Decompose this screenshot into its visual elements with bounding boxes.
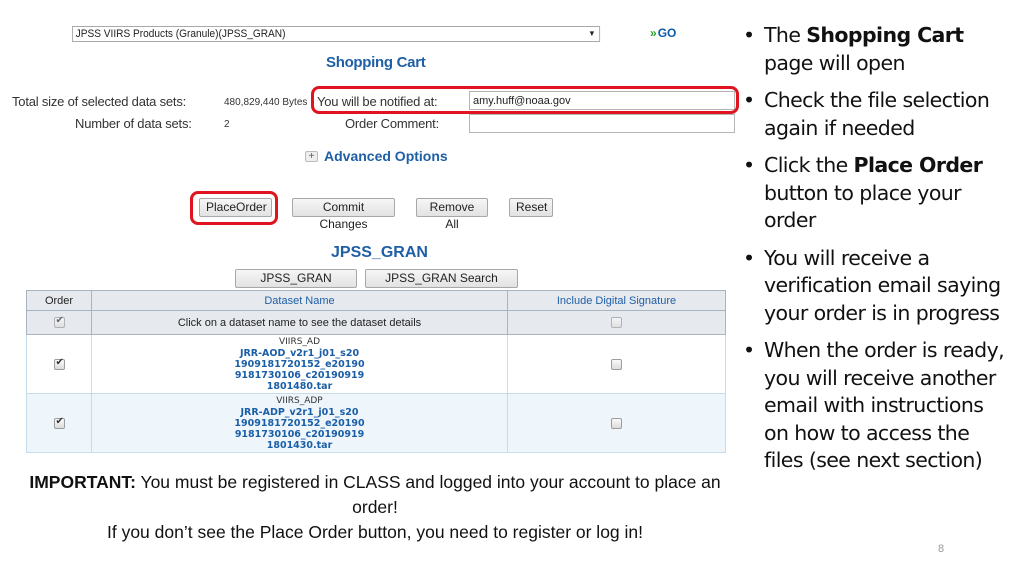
order-comment-input[interactable] — [469, 114, 735, 133]
expand-plus-icon: + — [305, 150, 318, 162]
signature-checkbox[interactable] — [611, 417, 622, 429]
product-select[interactable]: JPSS VIIRS Products (Granule)(JPSS_GRAN)… — [72, 26, 601, 42]
table-row: VIIRS_AD JRR-AOD_v2r1_j01_s20 1909181720… — [26, 334, 726, 394]
gran-results-button[interactable]: JPSS_GRAN Results — [235, 269, 357, 302]
dataset-file-line: 1801480.tar — [266, 380, 333, 392]
dataset-link[interactable]: JRR-AOD_v2r1_j01_s20 1909181720152_e2019… — [92, 348, 507, 392]
dataset-file-line: JRR-AOD_v2r1_j01_s20 — [239, 347, 360, 359]
total-size-value: 480,829,440 Bytes — [224, 97, 308, 108]
double-chevron-icon: » — [650, 26, 657, 40]
dataset-file-line: 9181730106_c20190919 — [234, 428, 365, 440]
advanced-options-toggle[interactable]: + Advanced Options — [305, 148, 448, 164]
header-digital-signature[interactable]: Include Digital Signature — [507, 290, 726, 311]
order-comment-label: Order Comment: — [345, 116, 440, 131]
shopping-cart-title: Shopping Cart — [326, 54, 426, 71]
reset-button[interactable]: Reset — [509, 198, 553, 217]
section-title: JPSS_GRAN — [331, 244, 428, 261]
go-button[interactable]: »GO — [650, 26, 676, 40]
important-line-2: If you don’t see the Place Order button,… — [106, 522, 643, 542]
gran-search-page-button[interactable]: JPSS_GRAN Search Page — [365, 269, 518, 302]
hint-order-cell — [26, 310, 92, 335]
instruction-bullets: The Shopping Cart page will open Check t… — [743, 22, 1013, 485]
header-order: Order — [26, 290, 92, 311]
commit-changes-button[interactable]: Commit Changes — [292, 198, 395, 231]
dataset-file-line: JRR-ADP_v2r1_j01_s20 — [240, 406, 359, 418]
hint-signature-cell — [507, 310, 726, 335]
dataset-file-line: 1909181720152_e20190 — [234, 358, 365, 370]
product-select-value: JPSS VIIRS Products (Granule)(JPSS_GRAN) — [75, 28, 286, 40]
bullet-item: You will receive a verification email sa… — [743, 245, 1013, 328]
important-note: IMPORTANT: You must be registered in CLA… — [20, 470, 730, 545]
slide-number: 8 — [938, 543, 945, 555]
total-size-label: Total size of selected data sets: — [12, 94, 187, 109]
dataset-file-line: 1909181720152_e20190 — [234, 417, 365, 429]
num-datasets-label: Number of data sets: — [75, 116, 192, 131]
dataset-file-line: 1801430.tar — [266, 439, 333, 451]
order-checkbox[interactable] — [53, 357, 65, 370]
num-datasets-value: 2 — [224, 119, 230, 130]
advanced-options-label: Advanced Options — [324, 148, 448, 164]
hint-text: Click on a dataset name to see the datas… — [91, 310, 508, 335]
important-line-1: You must be registered in CLASS and logg… — [135, 472, 721, 517]
signature-all-checkbox[interactable] — [611, 317, 622, 329]
table-row: VIIRS_ADP JRR-ADP_v2r1_j01_s20 190918172… — [26, 393, 726, 453]
notify-highlight — [311, 86, 739, 114]
bullet-item: When the order is ready, you will receiv… — [743, 337, 1013, 475]
dataset-file-line: 9181730106_c20190919 — [234, 369, 365, 381]
dataset-type: VIIRS_AD — [278, 336, 321, 347]
bullet-item: Check the file selection again if needed — [743, 87, 1013, 142]
dropdown-arrow-icon: ▼ — [588, 29, 596, 38]
place-order-highlight — [190, 191, 278, 225]
bullet-item: Click the Place Order button to place yo… — [743, 152, 1013, 235]
header-dataset-name[interactable]: Dataset Name — [91, 290, 508, 311]
hint-row: Click on a dataset name to see the datas… — [26, 310, 726, 335]
go-label: GO — [657, 26, 677, 40]
dataset-type: VIIRS_ADP — [276, 395, 323, 406]
select-all-checkbox[interactable] — [53, 315, 65, 329]
signature-checkbox[interactable] — [611, 358, 622, 370]
dataset-link[interactable]: JRR-ADP_v2r1_j01_s20 1909181720152_e2019… — [92, 407, 507, 451]
bullet-item: The Shopping Cart page will open — [743, 22, 1013, 77]
order-checkbox[interactable] — [53, 416, 65, 429]
remove-all-button[interactable]: Remove All — [416, 198, 488, 231]
dataset-table: Order Dataset Name Include Digital Signa… — [26, 290, 726, 453]
table-header-row: Order Dataset Name Include Digital Signa… — [26, 290, 726, 311]
important-lead: IMPORTANT: — [29, 472, 136, 492]
